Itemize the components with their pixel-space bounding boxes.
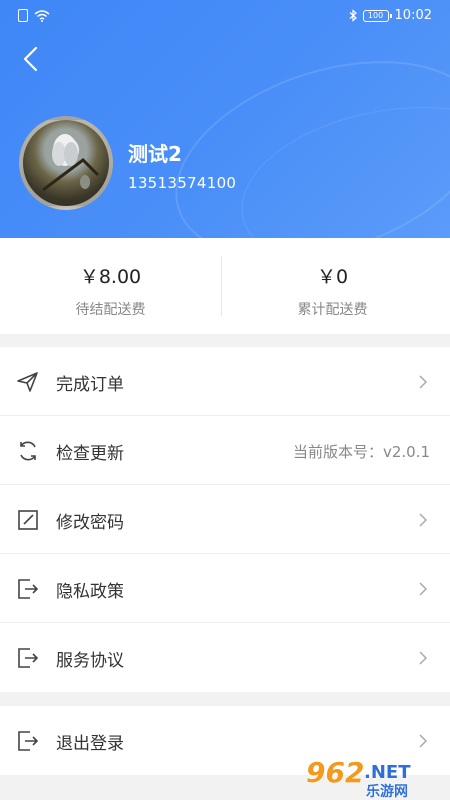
- sim-card-icon: [18, 9, 28, 22]
- menu-item-label: 修改密码: [56, 513, 124, 533]
- menu-item-label: 完成订单: [56, 375, 124, 395]
- menu-item-label: 检查更新: [56, 444, 124, 464]
- fee-stats: ￥8.00 待结配送费 ￥0 累计配送费: [0, 238, 450, 334]
- menu-item-label: 隐私政策: [56, 582, 124, 602]
- menu-item-completed-orders[interactable]: 完成订单: [0, 347, 450, 416]
- exit-box-icon: [18, 579, 39, 599]
- current-version: 当前版本号：v2.0.1: [292, 443, 430, 461]
- bluetooth-icon: [349, 9, 357, 22]
- pending-fee-label: 待结配送费: [75, 302, 146, 318]
- battery-icon: 100: [362, 9, 392, 22]
- refresh-icon: [20, 441, 36, 461]
- status-bar: 100 10:02: [0, 0, 450, 34]
- user-phone: 13513574100: [128, 174, 237, 192]
- total-fee-value: ￥0: [316, 266, 349, 288]
- exit-box-icon: [18, 648, 39, 668]
- chevron-right-icon: [419, 734, 428, 748]
- total-fee: ￥0 累计配送费: [222, 238, 443, 334]
- chevron-right-icon: [419, 375, 428, 389]
- send-icon: [17, 372, 38, 392]
- back-arrow-icon[interactable]: [16, 44, 46, 74]
- exit-box-icon: [18, 731, 39, 751]
- menu-item-privacy-policy[interactable]: 隐私政策: [0, 554, 450, 623]
- chevron-right-icon: [419, 582, 428, 596]
- edit-icon: [18, 510, 38, 530]
- avatar-flower-image: [42, 134, 100, 192]
- watermark-brand: 962: [306, 756, 364, 789]
- watermark-suffix: .NET: [364, 762, 411, 783]
- avatar[interactable]: [19, 116, 113, 210]
- menu-item-check-update[interactable]: 检查更新 当前版本号：v2.0.1: [0, 416, 450, 485]
- menu-item-label: 服务协议: [56, 651, 124, 671]
- site-watermark-logo: 962 .NET 乐游网: [305, 755, 411, 798]
- profile-header: 100 10:02 测试2 13513574100: [0, 0, 450, 238]
- status-time: 10:02: [394, 8, 432, 23]
- menu-item-label: 退出登录: [56, 734, 124, 754]
- pending-fee-value: ￥8.00: [79, 266, 142, 288]
- menu-item-change-password[interactable]: 修改密码: [0, 485, 450, 554]
- total-fee-label: 累计配送费: [297, 302, 368, 318]
- menu-list: 完成订单 检查更新 当前版本号：v2.0.1 修改密码 隐私政策 服务协议: [0, 347, 450, 692]
- menu-item-service-agreement[interactable]: 服务协议: [0, 623, 450, 692]
- user-name: 测试2: [128, 142, 182, 166]
- wifi-icon: [34, 9, 50, 22]
- pending-fee: ￥8.00 待结配送费: [0, 238, 221, 334]
- chevron-right-icon: [419, 651, 428, 665]
- chevron-right-icon: [419, 513, 428, 527]
- watermark-sub: 乐游网: [366, 783, 408, 798]
